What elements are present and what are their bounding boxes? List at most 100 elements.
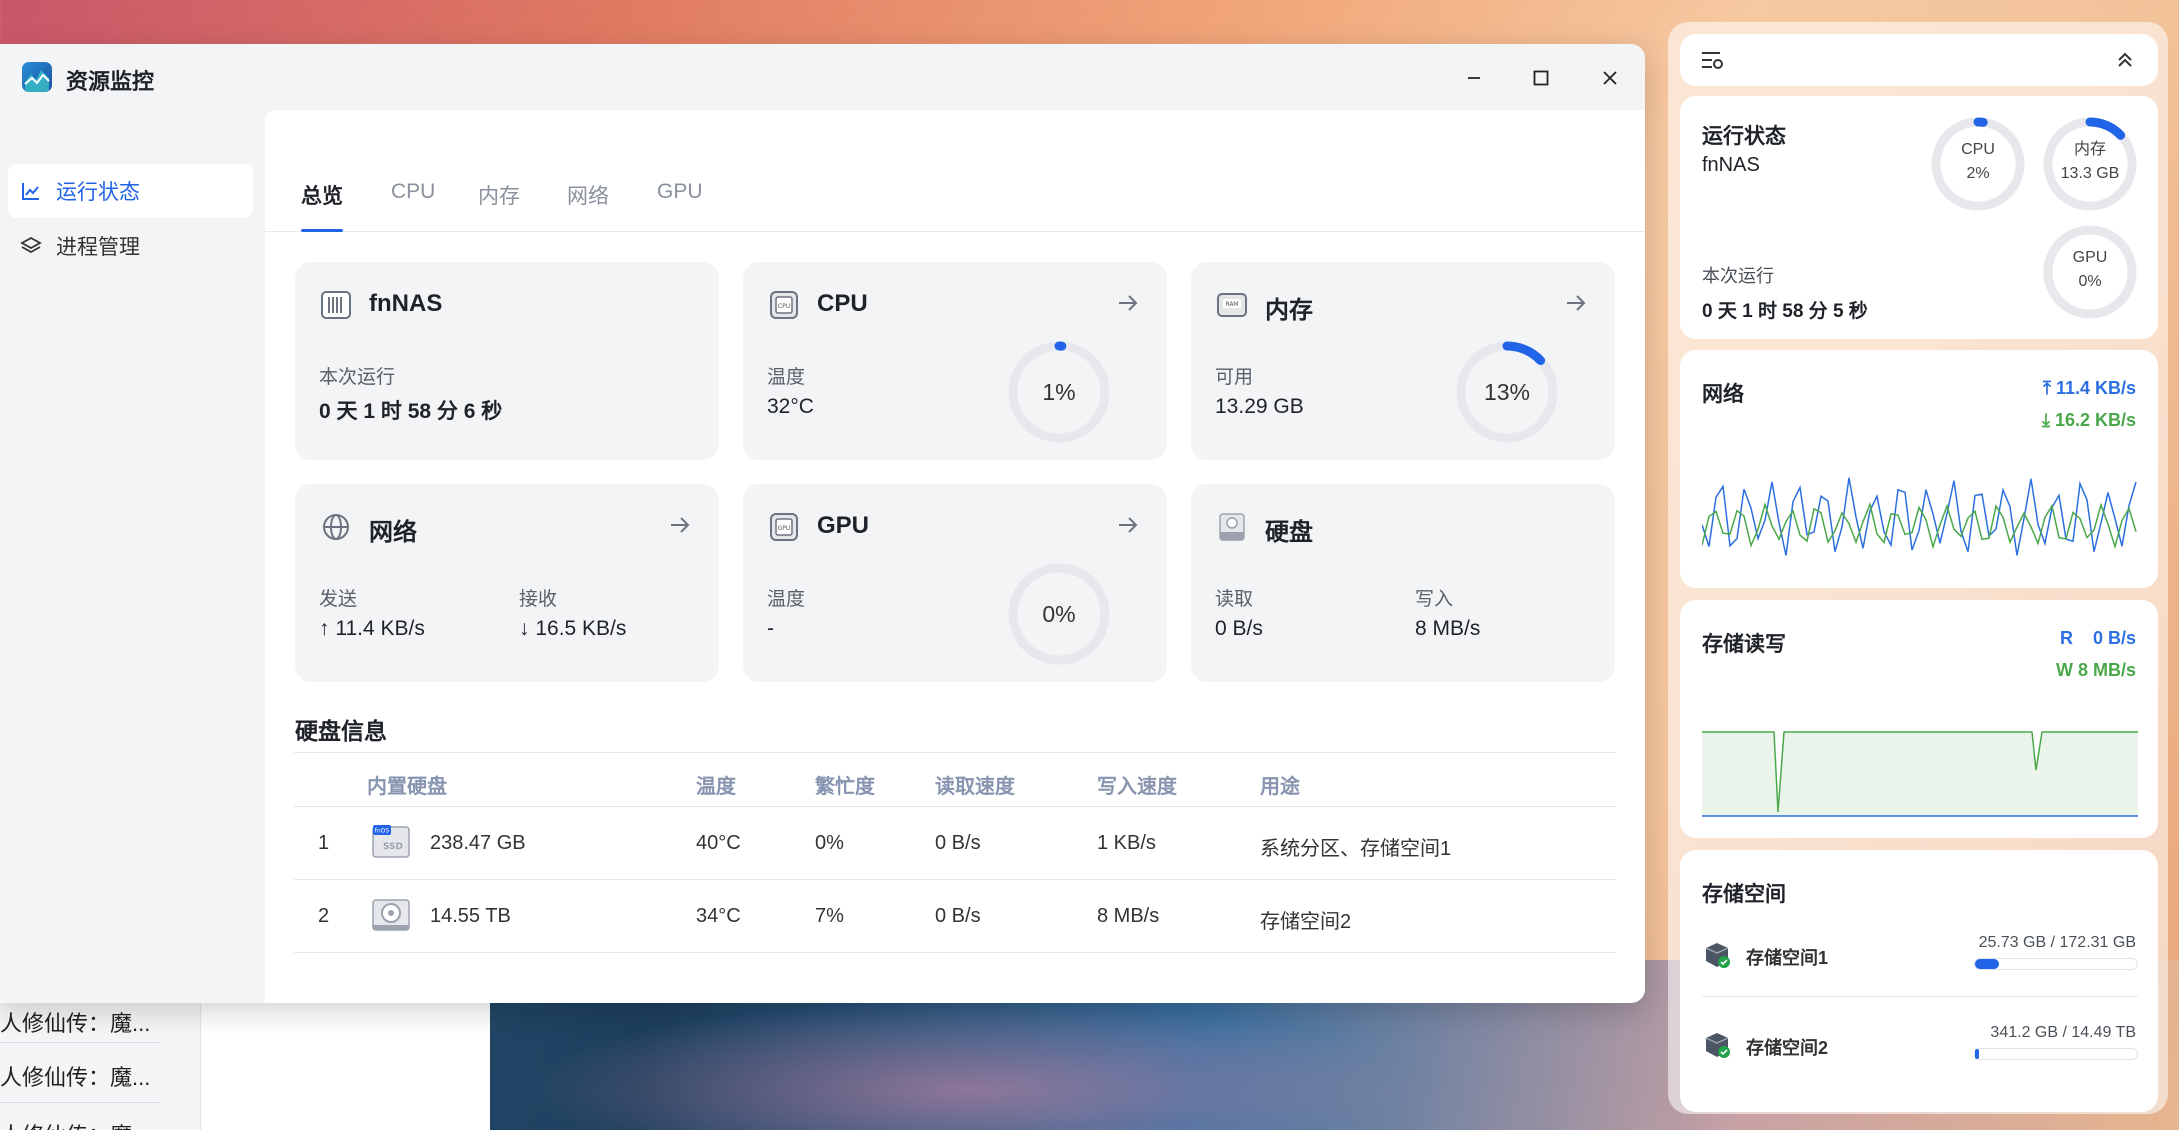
- gpu-ring-value: 0%: [2078, 273, 2102, 290]
- divider: [0, 1042, 160, 1043]
- network-sparkline: [1702, 477, 2137, 556]
- widget-toolbar: [1680, 34, 2158, 86]
- cpu-card[interactable]: CPU CPU 温度 32°C 1%: [743, 262, 1167, 460]
- title-bar[interactable]: 资源监控: [0, 44, 1645, 110]
- layers-icon: [20, 236, 42, 254]
- cpu-chip-icon: CPU: [770, 291, 798, 319]
- temperature-label: 温度: [767, 367, 806, 388]
- maximize-button[interactable]: [1523, 60, 1559, 96]
- tab-memory[interactable]: 内存: [478, 180, 520, 232]
- storage-write: W 8 MB/s: [2056, 660, 2136, 681]
- icon-label-text: SSD: [383, 842, 403, 852]
- status-widget[interactable]: 运行状态 fnNAS CPU 2% 内存 13.3 GB GPU 0% 本次运行…: [1680, 96, 2158, 339]
- gpu-ring-label: GPU: [2072, 249, 2108, 266]
- send-label: 发送: [319, 589, 358, 610]
- memory-ring-value: 13.3 GB: [2060, 165, 2120, 182]
- cpu-gauge-value: 1%: [1042, 378, 1076, 405]
- uptime-value: 0 天 1 时 58 分 6 秒: [319, 400, 503, 423]
- tab-gpu[interactable]: GPU: [657, 180, 703, 232]
- memory-gauge-value: 13%: [1483, 378, 1531, 405]
- hdd-icon: [372, 899, 410, 931]
- disk-table: 内置硬盘 温度 繁忙度 读取速度 写入速度 用途 1 fnOS SSD 238.…: [294, 752, 1616, 953]
- storage-progress: [1974, 958, 2138, 970]
- column-header: 用途: [1260, 776, 1300, 798]
- row-index: 1: [318, 832, 330, 854]
- column-header: 繁忙度: [815, 776, 875, 798]
- receive-label: 接收: [519, 589, 558, 610]
- disk-usage: 系统分区、存储空间1: [1260, 838, 1452, 860]
- network-widget[interactable]: 网络 ⤒ 11.4 KB/s ⤓ 16.2 KB/s: [1680, 350, 2158, 588]
- sidebar-item-status[interactable]: 运行状态: [8, 164, 253, 218]
- icon-badge-text: fnOS: [375, 828, 390, 835]
- temperature-value: -: [767, 617, 774, 640]
- disk-info-title: 硬盘信息: [295, 718, 387, 744]
- write-value: 8 MB/s: [1415, 617, 1481, 640]
- arrow-right-icon[interactable]: [1115, 512, 1141, 538]
- read-value: 0 B/s: [1215, 617, 1263, 640]
- filter-settings-icon[interactable]: [1700, 48, 1726, 72]
- arrow-right-icon[interactable]: [1563, 290, 1589, 316]
- network-card[interactable]: 网络 发送 ↑ 11.4 KB/s 接收 ↓ 16.5 KB/s: [295, 484, 719, 682]
- card-title: GPU: [817, 512, 870, 539]
- sidebar-item-label: 运行状态: [56, 181, 140, 204]
- disk-card: 硬盘 读取 0 B/s 写入 8 MB/s: [1191, 484, 1615, 682]
- arrow-right-icon[interactable]: [1115, 290, 1141, 316]
- column-header: 内置硬盘: [367, 776, 447, 798]
- storage-space-widget[interactable]: 存储空间 存储空间1 25.73 GB / 172.31 GB 存储空间2 34…: [1680, 850, 2158, 1112]
- row-index: 2: [318, 905, 330, 927]
- temperature-label: 温度: [767, 589, 806, 610]
- storage-pool-icon: [1705, 943, 1730, 968]
- minimize-button[interactable]: [1456, 60, 1492, 96]
- receive-value: ↓ 16.5 KB/s: [519, 617, 627, 640]
- sidebar-item-processes[interactable]: 进程管理: [8, 219, 253, 273]
- disk-usage: 存储空间2: [1260, 911, 1352, 933]
- disk-write: 1 KB/s: [1097, 832, 1156, 854]
- storage-io-widget[interactable]: 存储读写 R 0 B/s W 8 MB/s: [1680, 600, 2158, 838]
- send-value: ↑ 11.4 KB/s: [319, 617, 425, 640]
- storage-read: R 0 B/s: [2060, 628, 2136, 649]
- temperature-value: 32°C: [767, 395, 814, 418]
- gpu-gauge-value: 0%: [1042, 600, 1076, 627]
- write-label: 写入: [1415, 589, 1454, 610]
- line-chart-icon: [22, 183, 39, 200]
- read-label: 读取: [1215, 589, 1254, 610]
- list-item[interactable]: 人修仙传：魔: [0, 1118, 132, 1130]
- table-row[interactable]: 1 fnOS SSD 238.47 GB 40°C 0% 0 B/s 1 KB/…: [294, 807, 1616, 880]
- collapse-up-icon[interactable]: [2114, 48, 2136, 72]
- storage-name: 存储空间2: [1746, 1038, 1829, 1058]
- maximize-icon: [1533, 70, 1549, 86]
- server-icon: [321, 291, 351, 319]
- storage-pool-icon: [1705, 1033, 1730, 1058]
- tab-cpu[interactable]: CPU: [391, 180, 435, 232]
- storage-name: 存储空间1: [1746, 948, 1829, 968]
- system-card: fnNAS 本次运行 0 天 1 时 58 分 6 秒: [295, 262, 719, 460]
- tab-overview[interactable]: 总览: [301, 180, 343, 232]
- disk-read: 0 B/s: [935, 832, 981, 854]
- gpu-card[interactable]: GPU GPU 温度 - 0%: [743, 484, 1167, 682]
- column-header: 读取速度: [935, 776, 1015, 798]
- write-label: W: [2055, 660, 2073, 680]
- divider: [0, 1102, 160, 1103]
- sidebar: 运行状态 进程管理: [0, 110, 265, 1003]
- memory-card[interactable]: RAM 内存 可用 13.29 GB 13%: [1191, 262, 1615, 460]
- uptime-value: 0 天 1 时 58 分 5 秒: [1702, 301, 1868, 322]
- sidebar-item-label: 进程管理: [56, 236, 140, 259]
- close-button[interactable]: [1592, 60, 1628, 96]
- widget-title: 存储读写: [1702, 633, 1786, 656]
- list-item[interactable]: 人修仙传：魔...: [0, 1060, 150, 1092]
- storage-progress-fill: [1975, 1049, 1979, 1059]
- storage-progress: [1974, 1048, 2138, 1060]
- tab-network[interactable]: 网络: [567, 180, 609, 232]
- card-title: 硬盘: [1265, 519, 1313, 546]
- svg-text:CPU: CPU: [778, 303, 790, 310]
- table-row[interactable]: 2 14.55 TB 34°C 7% 0 B/s 8 MB/s 存储空间2: [294, 880, 1616, 953]
- write-rate: 8 MB/s: [2077, 660, 2136, 680]
- resource-monitor-window: 资源监控 运行状态 进程管理 总览 CPU 内存 网络 GPU fnNAS 本次…: [0, 44, 1645, 1003]
- main-content: 总览 CPU 内存 网络 GPU fnNAS 本次运行 0 天 1 时 58 分…: [265, 110, 1645, 1003]
- widget-title: 网络: [1702, 383, 1744, 406]
- arrow-right-icon[interactable]: [667, 512, 693, 538]
- list-item[interactable]: 人修仙传：魔...: [0, 1006, 150, 1038]
- available-value: 13.29 GB: [1215, 395, 1304, 418]
- disk-write: 8 MB/s: [1097, 905, 1160, 927]
- memory-ring-label: 内存: [2073, 141, 2106, 158]
